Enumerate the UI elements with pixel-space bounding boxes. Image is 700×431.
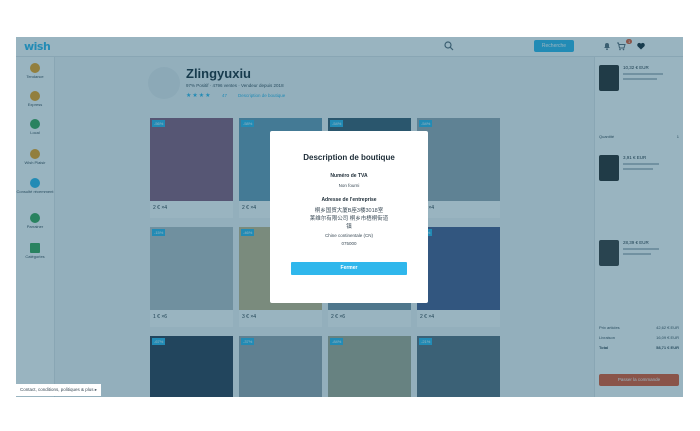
address-heading: Adresse de l'entreprise	[321, 197, 377, 203]
postcode: 075000	[341, 241, 357, 246]
close-button[interactable]: Fermer	[291, 262, 407, 275]
address-line: 镇	[346, 224, 352, 230]
store-description-modal: Description de boutique Numéro de TVA No…	[270, 131, 428, 303]
address-text: 桐乡国贸大厦B座3楼3018室 莱维尔有限公司 桐乡市梧桐街道 镇	[301, 207, 397, 231]
address-line: 莱维尔有限公司 桐乡市梧桐街道	[309, 216, 389, 222]
vat-value: Non fourni	[338, 183, 360, 188]
footer-links[interactable]: Contact, conditions, politiques & plus ▸	[16, 384, 102, 396]
country: Chine continentale (CN)	[324, 233, 374, 238]
address-line: 桐乡国贸大厦B座3楼3018室	[314, 208, 384, 214]
modal-title: Description de boutique	[303, 153, 395, 162]
vat-heading: Numéro de TVA	[330, 173, 368, 179]
